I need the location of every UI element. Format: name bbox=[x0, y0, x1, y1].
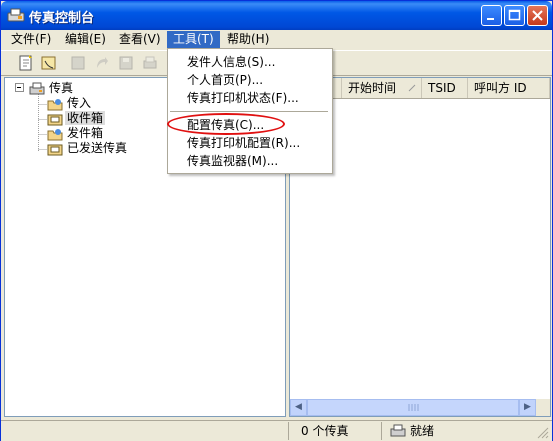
new-fax-icon[interactable] bbox=[17, 54, 35, 72]
menu-help[interactable]: 帮助(H) bbox=[221, 31, 275, 48]
resize-grip-icon[interactable] bbox=[536, 426, 549, 439]
save-icon[interactable] bbox=[117, 54, 135, 72]
minimize-icon bbox=[487, 18, 494, 20]
tools-menu-dropdown: 发件人信息(S)... 个人首页(P)... 传真打印机状态(F)... 配置传… bbox=[167, 48, 333, 174]
outbox-folder-icon bbox=[47, 128, 63, 140]
tree-label-fax: 传真 bbox=[49, 81, 74, 95]
sort-indicator-icon bbox=[408, 84, 416, 92]
fax-console-window: 传真控制台 文件(F) 编辑(E) 查看(V) 工具(T) 帮助(H) 传真 传… bbox=[0, 0, 553, 441]
column-start-time-label: 开始时间 bbox=[348, 81, 397, 95]
tree-node-incoming[interactable]: 传入 bbox=[47, 95, 93, 111]
tree-label-outbox: 发件箱 bbox=[67, 126, 104, 140]
title-bar[interactable]: 传真控制台 bbox=[1, 1, 552, 30]
menu-item-cover-page[interactable]: 个人首页(P)... bbox=[168, 71, 330, 89]
tree-node-fax[interactable]: 传真 bbox=[29, 80, 75, 96]
tree-node-outbox[interactable]: 发件箱 bbox=[47, 125, 105, 141]
menu-separator bbox=[170, 111, 328, 112]
scroll-left-button[interactable]: ◀ bbox=[290, 399, 307, 416]
inbox-tray-icon bbox=[47, 114, 63, 125]
menu-item-configure-fax[interactable]: 配置传真(C)... bbox=[168, 116, 330, 134]
sent-tray-icon bbox=[47, 144, 63, 155]
status-bar: 0 个传真 就绪 bbox=[1, 420, 552, 441]
incoming-folder-icon bbox=[47, 98, 63, 110]
tree-label-sent: 已发送传真 bbox=[67, 141, 128, 155]
receive-fax-icon[interactable] bbox=[40, 54, 58, 72]
menu-item-fax-printer-config[interactable]: 传真打印机配置(R)... bbox=[168, 134, 330, 152]
scroll-thumb[interactable] bbox=[307, 399, 519, 416]
fax-app-icon bbox=[7, 8, 25, 22]
status-divider bbox=[288, 422, 289, 440]
status-fax-count: 0 个传真 bbox=[301, 424, 349, 438]
menu-item-sender-info[interactable]: 发件人信息(S)... bbox=[168, 53, 330, 71]
column-header-start-time[interactable]: 开始时间 bbox=[342, 78, 422, 98]
menu-tools[interactable]: 工具(T) bbox=[167, 31, 220, 48]
close-button[interactable] bbox=[527, 5, 548, 26]
menu-item-fax-monitor[interactable]: 传真监视器(M)... bbox=[168, 152, 330, 170]
close-icon bbox=[532, 10, 543, 21]
forward-icon[interactable] bbox=[93, 54, 111, 72]
grip-icon bbox=[408, 404, 419, 411]
size-grip-corner bbox=[536, 399, 550, 416]
tree-node-sent[interactable]: 已发送传真 bbox=[47, 140, 129, 156]
maximize-button[interactable] bbox=[504, 5, 525, 26]
tree-label-incoming: 传入 bbox=[67, 96, 92, 110]
menu-file[interactable]: 文件(F) bbox=[5, 31, 57, 48]
status-divider bbox=[381, 422, 382, 440]
print-icon[interactable] bbox=[141, 54, 159, 72]
status-ready: 就绪 bbox=[410, 424, 435, 438]
tree-label-inbox: 收件箱 bbox=[65, 111, 106, 125]
minimize-button[interactable] bbox=[481, 5, 502, 26]
scroll-right-button[interactable]: ▶ bbox=[519, 399, 536, 416]
column-header-tsid[interactable]: TSID bbox=[422, 78, 468, 98]
menu-edit[interactable]: 编辑(E) bbox=[59, 31, 112, 48]
menu-view[interactable]: 查看(V) bbox=[113, 31, 167, 48]
window-title: 传真控制台 bbox=[29, 11, 95, 26]
fax-status-icon bbox=[390, 424, 406, 437]
menu-bar: 文件(F) 编辑(E) 查看(V) 工具(T) 帮助(H) bbox=[1, 30, 552, 49]
maximize-icon bbox=[508, 9, 521, 21]
tree-node-inbox[interactable]: 收件箱 bbox=[47, 110, 106, 126]
horizontal-scrollbar[interactable]: ◀ ▶ bbox=[290, 399, 550, 416]
reply-icon[interactable] bbox=[69, 54, 87, 72]
fax-machine-icon bbox=[29, 82, 45, 94]
column-header-caller-id[interactable]: 呼叫方 ID bbox=[468, 78, 550, 98]
menu-item-fax-printer-status[interactable]: 传真打印机状态(F)... bbox=[168, 89, 330, 107]
